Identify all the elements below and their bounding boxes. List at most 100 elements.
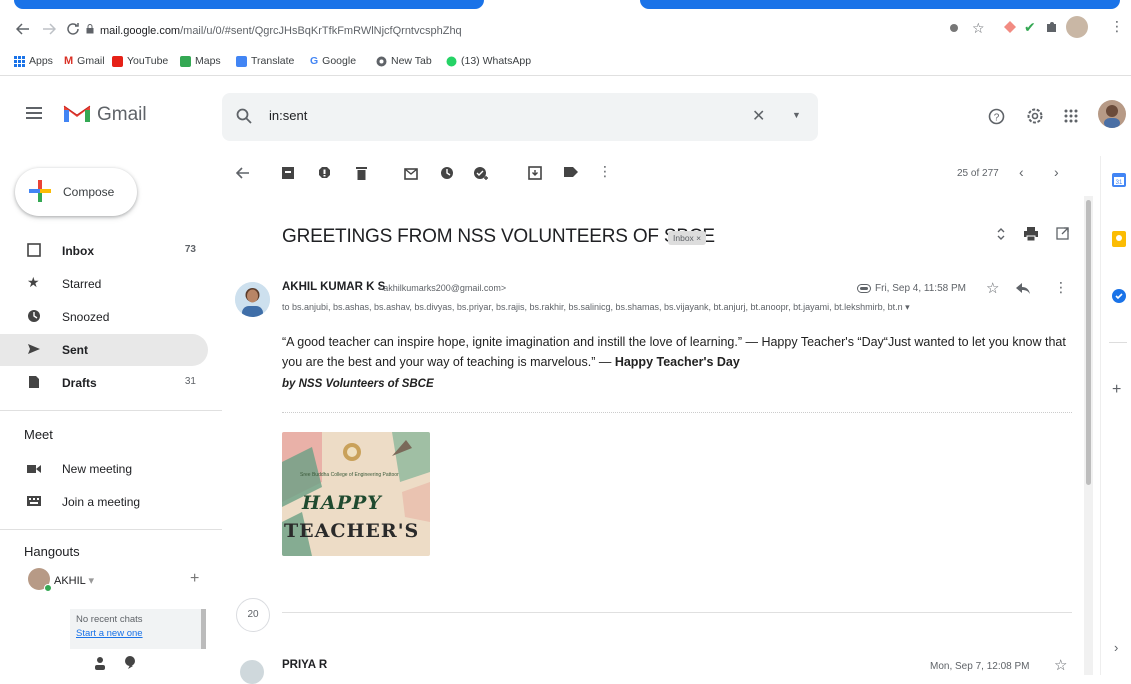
message-divider — [282, 412, 1072, 413]
print-icon[interactable] — [1024, 227, 1038, 241]
video-camera-icon — [27, 464, 41, 474]
account-avatar[interactable] — [1098, 100, 1126, 128]
message-body: “A good teacher can inspire hope, ignite… — [282, 332, 1082, 372]
archive-icon[interactable] — [282, 166, 294, 180]
bookmark-star-icon[interactable]: ☆ — [972, 20, 985, 37]
message-subject: GREETINGS FROM NSS VOLUNTEERS OF SBCE — [282, 226, 715, 247]
bookmark-apps[interactable]: Apps — [14, 55, 53, 67]
reload-icon[interactable] — [66, 22, 80, 36]
star-next-message-icon[interactable]: ☆ — [1054, 656, 1067, 674]
compose-plus-icon — [29, 180, 51, 202]
sender-avatar[interactable] — [235, 282, 270, 317]
get-addons-plus-icon[interactable]: + — [1112, 381, 1121, 399]
hangouts-scrollbar[interactable] — [201, 609, 206, 649]
url-host: mail.google.com — [100, 25, 181, 37]
reply-icon[interactable] — [1016, 283, 1030, 294]
back-arrow-icon[interactable] — [16, 22, 30, 36]
add-chat-icon[interactable]: + — [190, 570, 199, 588]
meet-section-title: Meet — [24, 427, 53, 442]
forward-arrow-icon[interactable] — [42, 22, 56, 36]
clear-search-icon[interactable]: ✕ — [752, 106, 765, 126]
attachment-caption: Sree Buddha College of Engineering Patto… — [300, 472, 399, 478]
search-options-icon[interactable]: ▼ — [792, 110, 801, 120]
older-chevron-icon[interactable]: › — [1054, 164, 1059, 180]
back-to-list-icon[interactable] — [236, 166, 250, 180]
sidebar-item-sent[interactable]: Sent — [0, 334, 208, 366]
bookmark-gmail[interactable]: M Gmail — [64, 55, 105, 67]
star-message-icon[interactable]: ☆ — [986, 279, 999, 297]
main-scrollbar-thumb[interactable] — [1086, 200, 1091, 485]
report-spam-icon[interactable] — [318, 166, 331, 180]
clock-icon — [27, 309, 41, 323]
inbox-label-chip[interactable]: Inbox × — [668, 231, 707, 245]
url-path: /mail/u/0/#sent/QgrcJHsBqKrTfkFmRWlNjcfQ… — [180, 25, 462, 37]
youtube-icon — [112, 55, 123, 67]
mark-unread-icon[interactable] — [404, 166, 418, 180]
bookmark-translate[interactable]: Translate — [236, 55, 294, 67]
sidebar-item-inbox[interactable]: Inbox 73 — [0, 235, 208, 267]
gmail-logo-icon[interactable] — [62, 102, 92, 124]
search-icon[interactable] — [236, 108, 252, 124]
gmail-header: Gmail in:sent ✕ ▼ ? — [0, 76, 1131, 156]
delete-trash-icon[interactable] — [356, 166, 367, 180]
move-to-icon[interactable] — [528, 166, 542, 180]
bookmark-new-tab[interactable]: New Tab — [376, 55, 432, 67]
bookmark-youtube[interactable]: YouTube — [112, 55, 168, 67]
main-menu-icon[interactable] — [26, 106, 42, 120]
chat-bubble-icon[interactable] — [124, 655, 136, 669]
add-to-tasks-icon[interactable] — [474, 166, 489, 180]
sidebar-item-drafts[interactable]: Drafts 31 — [0, 367, 208, 399]
side-panel-rail: 31 + › — [1100, 156, 1131, 675]
next-sender-avatar[interactable] — [240, 660, 264, 684]
translate-icon — [236, 55, 247, 67]
label-icon[interactable] — [564, 166, 578, 178]
show-side-panel-chevron-icon[interactable]: › — [1114, 640, 1118, 655]
checkmark-icon[interactable]: ✔ — [1024, 19, 1036, 36]
hangouts-user[interactable]: AKHIL ▾ — [54, 574, 94, 587]
sidebar-divider — [0, 410, 222, 411]
newer-chevron-icon[interactable]: ‹ — [1019, 164, 1024, 180]
sidebar-item-starred[interactable]: ★ Starred — [0, 268, 208, 300]
profile-avatar[interactable] — [1066, 16, 1088, 38]
collapsed-messages-count[interactable]: 20 — [236, 598, 270, 632]
bookmark-google[interactable]: G Google — [310, 55, 356, 67]
snooze-clock-icon[interactable] — [440, 166, 454, 180]
search-bar[interactable]: in:sent ✕ ▼ — [222, 93, 818, 141]
keep-icon[interactable] — [1112, 231, 1126, 247]
start-new-chat-link[interactable]: Start a new one — [76, 628, 143, 639]
svg-text:31: 31 — [1116, 180, 1123, 186]
send-icon — [27, 342, 41, 356]
sidebar-item-snoozed[interactable]: Snoozed — [0, 301, 208, 333]
message-more-icon[interactable]: ⋮ — [1054, 279, 1068, 296]
message-pager: 25 of 277 — [957, 168, 999, 179]
attachment-image[interactable]: Sree Buddha College of Engineering Patto… — [282, 432, 430, 556]
browser-tab-active[interactable] — [14, 0, 484, 9]
inbox-icon — [27, 243, 41, 257]
new-meeting-button[interactable]: New meeting — [0, 453, 208, 485]
next-sender-name[interactable]: PRIYA R — [282, 659, 327, 671]
extension-icon[interactable] — [948, 22, 960, 34]
browser-tab[interactable] — [640, 0, 1120, 9]
app-name[interactable]: Gmail — [97, 104, 147, 126]
google-apps-icon[interactable] — [1064, 109, 1078, 123]
settings-gear-icon[interactable] — [1026, 107, 1044, 125]
contacts-person-icon[interactable] — [94, 656, 106, 670]
compose-button[interactable]: Compose — [15, 168, 137, 216]
bookmark-whatsapp[interactable]: (13) WhatsApp — [446, 55, 531, 67]
google-g-icon: G — [310, 55, 319, 67]
extension-diamond-icon[interactable] — [1004, 21, 1016, 33]
recipients-list[interactable]: to bs.anjubi, bs.ashas, bs.ashav, bs.div… — [282, 302, 1042, 313]
expand-all-icon[interactable] — [996, 226, 1006, 242]
tasks-icon[interactable] — [1112, 289, 1126, 303]
join-meeting-button[interactable]: Join a meeting — [0, 486, 208, 518]
open-new-window-icon[interactable] — [1056, 227, 1069, 240]
help-icon[interactable]: ? — [988, 108, 1005, 125]
bookmark-maps[interactable]: Maps — [180, 55, 221, 67]
more-actions-icon[interactable]: ⋮ — [598, 163, 612, 180]
more-vertical-icon[interactable]: ⋮ — [1110, 18, 1124, 35]
calendar-icon[interactable]: 31 — [1112, 173, 1126, 187]
address-bar[interactable]: mail.google.com/mail/u/0/#sent/QgrcJHsBq… — [86, 18, 926, 44]
sender-name[interactable]: AKHIL KUMAR K S — [282, 281, 385, 293]
search-input[interactable]: in:sent — [269, 108, 307, 123]
puzzle-icon[interactable] — [1046, 21, 1058, 33]
